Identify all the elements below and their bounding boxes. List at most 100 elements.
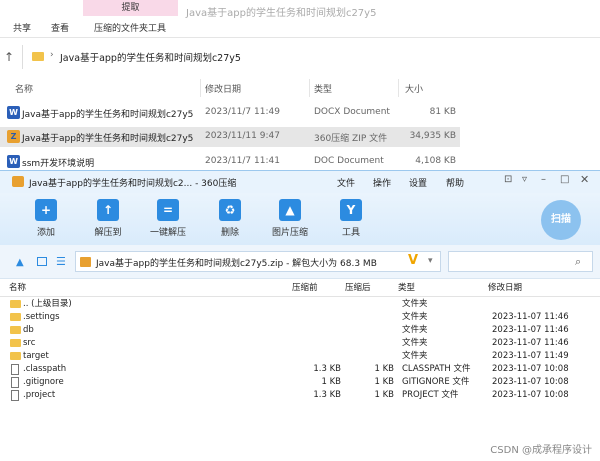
column-divider[interactable] — [309, 79, 310, 97]
zip-toolbar: + 添加 ↑ 解压到 = 一键解压 ♻ 删除 ▲ 图片压缩 Y 工具 扫描 — [0, 193, 600, 245]
maximize-icon[interactable]: □ — [560, 174, 569, 185]
item-type: 文件夹 — [402, 338, 428, 348]
list-item[interactable]: .gitignore 1 KB 1 KB GITIGNORE 文件 2023-1… — [0, 376, 600, 389]
file-icon — [11, 377, 19, 388]
zip-titlebar[interactable]: Java基于app的学生任务和时间规划c2... - 360压缩 文件 操作 设… — [0, 171, 600, 193]
zip-column-header: 名称 压缩前 压缩后 类型 修改日期 — [0, 281, 600, 297]
tools-button[interactable]: Y 工具 — [326, 199, 376, 238]
item-size-before: 1.3 KB — [313, 364, 341, 374]
up-arrow-icon[interactable]: ↑ — [4, 50, 14, 64]
delete-label: 删除 — [220, 228, 239, 238]
one-click-extract-label: 一键解压 — [149, 228, 186, 238]
file-date: 2023/11/11 9:47 — [205, 131, 280, 141]
add-button[interactable]: + 添加 — [21, 199, 71, 238]
path-bar: ▲ ☰ Java基于app的学生任务和时间规划c27y5.zip - 解包大小为… — [0, 245, 600, 279]
file-row[interactable]: W ssm开发环境说明 2023/11/7 11:41 DOC Document… — [0, 152, 460, 172]
window-title: Java基于app的学生任务和时间规划c27y5 — [186, 8, 377, 19]
menu-file[interactable]: 文件 — [337, 176, 355, 189]
up-icon[interactable]: ▲ — [16, 257, 24, 268]
tab-extract[interactable]: 提取 — [83, 0, 178, 16]
item-size-before: 1 KB — [321, 377, 341, 387]
close-icon[interactable]: ✕ — [580, 173, 589, 186]
menu-operate[interactable]: 操作 — [373, 176, 391, 189]
item-date: 2023-11-07 11:46 — [492, 312, 569, 322]
one-click-extract-button[interactable]: = 一键解压 — [143, 199, 193, 238]
folder-icon — [10, 352, 21, 360]
column-name[interactable]: 名称 — [9, 282, 26, 295]
item-name: db — [23, 325, 34, 335]
archive-path-field[interactable]: Java基于app的学生任务和时间规划c27y5.zip - 解包大小为 68.… — [75, 251, 441, 272]
tab-view[interactable]: 查看 — [51, 21, 69, 34]
item-type: 文件夹 — [402, 351, 428, 361]
item-name: src — [23, 338, 36, 348]
list-item[interactable]: .classpath 1.3 KB 1 KB CLASSPATH 文件 2023… — [0, 363, 600, 376]
folder-icon — [10, 326, 21, 334]
list-item[interactable]: db 文件夹 2023-11-07 11:46 — [0, 324, 600, 337]
menu-help[interactable]: 帮助 — [446, 176, 464, 189]
item-date: 2023-11-07 11:46 — [492, 338, 569, 348]
column-type[interactable]: 类型 — [314, 82, 332, 95]
item-size-after: 1 KB — [374, 377, 394, 387]
image-compress-button[interactable]: ▲ 图片压缩 — [265, 199, 315, 238]
list-item[interactable]: .. (上级目录) 文件夹 — [0, 298, 600, 311]
column-date[interactable]: 修改日期 — [205, 82, 241, 95]
zip-archive-icon: Z — [7, 130, 20, 143]
list-item[interactable]: target 文件夹 2023-11-07 11:49 — [0, 350, 600, 363]
delete-button[interactable]: ♻ 删除 — [205, 199, 255, 238]
tools-icon: Y — [340, 199, 362, 221]
scan-button[interactable]: 扫描 — [541, 200, 581, 240]
watermark: CSDN @成承程序设计 — [490, 445, 592, 456]
search-input[interactable]: ⌕ — [448, 251, 593, 272]
file-name: Java基于app的学生任务和时间规划c27y5 — [22, 110, 194, 120]
item-name: target — [23, 351, 49, 361]
column-divider[interactable] — [398, 79, 399, 97]
word-doc-icon: W — [7, 155, 20, 168]
tab-share[interactable]: 共享 — [13, 21, 31, 34]
list-item[interactable]: .project 1.3 KB 1 KB PROJECT 文件 2023-11-… — [0, 389, 600, 402]
item-name: .settings — [23, 312, 60, 322]
path-dropdown-icon[interactable]: ▾ — [428, 256, 433, 266]
archive-path: Java基于app的学生任务和时间规划c27y5.zip - 解包大小为 68.… — [96, 259, 377, 269]
column-type[interactable]: 类型 — [398, 282, 415, 295]
folder-icon — [10, 313, 21, 321]
extract-to-button[interactable]: ↑ 解压到 — [83, 199, 133, 238]
folder-icon — [10, 339, 21, 347]
folder-icon — [32, 52, 44, 61]
view-icon[interactable] — [37, 257, 47, 266]
extract-to-label: 解压到 — [94, 228, 122, 238]
list-item[interactable]: .settings 文件夹 2023-11-07 11:46 — [0, 311, 600, 324]
address-bar[interactable]: › Java基于app的学生任务和时间规划c27y5 — [22, 45, 600, 69]
chevron-right-icon[interactable]: › — [50, 50, 54, 60]
file-icon — [11, 364, 19, 375]
add-label: 添加 — [36, 228, 55, 238]
item-type: PROJECT 文件 — [402, 390, 459, 400]
file-row-selected[interactable]: Z Java基于app的学生任务和时间规划c27y5 2023/11/11 9:… — [0, 127, 460, 147]
file-explorer-window: 提取 Java基于app的学生任务和时间规划c27y5 共享 查看 压缩的文件夹… — [0, 0, 600, 175]
item-type: 文件夹 — [402, 299, 428, 309]
list-item[interactable]: src 文件夹 2023-11-07 11:46 — [0, 337, 600, 350]
file-size: 34,935 KB — [409, 131, 456, 141]
file-name: Java基于app的学生任务和时间规划c27y5 — [22, 134, 194, 144]
trash-icon: ♻ — [219, 199, 241, 221]
column-size-before[interactable]: 压缩前 — [292, 282, 318, 295]
list-view-icon[interactable]: ☰ — [56, 255, 66, 268]
file-name: ssm开发环境说明 — [22, 159, 95, 169]
minimize-icon[interactable]: – — [541, 174, 546, 185]
menu-settings[interactable]: 设置 — [409, 176, 427, 189]
item-size-after: 1 KB — [374, 390, 394, 400]
skin-icon[interactable]: ⊡ — [504, 174, 512, 185]
column-divider[interactable] — [200, 79, 201, 97]
dropdown-icon[interactable]: ▿ — [522, 174, 527, 185]
column-size[interactable]: 大小 — [405, 82, 423, 95]
zip-app-icon — [12, 176, 24, 187]
column-date[interactable]: 修改日期 — [488, 282, 522, 295]
item-type: 文件夹 — [402, 325, 428, 335]
file-row[interactable]: W Java基于app的学生任务和时间规划c27y5 2023/11/7 11:… — [0, 103, 460, 123]
verified-icon[interactable]: V — [408, 253, 418, 268]
tab-compressed-folder-tools[interactable]: 压缩的文件夹工具 — [94, 21, 166, 34]
zip-window-title: Java基于app的学生任务和时间规划c2... - 360压缩 — [29, 179, 237, 189]
column-name[interactable]: 名称 — [15, 82, 33, 95]
column-size-after[interactable]: 压缩后 — [345, 282, 371, 295]
search-icon[interactable]: ⌕ — [575, 255, 581, 269]
image-icon: ▲ — [279, 199, 301, 221]
